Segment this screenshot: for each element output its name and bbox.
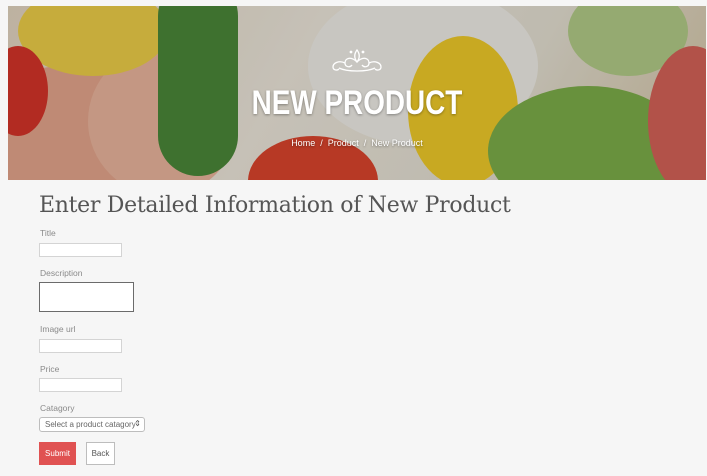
title-input[interactable] [39,243,122,257]
image-url-input[interactable] [39,339,122,353]
title-label: Title [40,228,56,238]
image-url-label: Image url [40,324,76,334]
category-select[interactable]: Select a product catagory ⇕ [39,417,145,432]
page: NEW PRODUCT Home / Product / New Product Ent… [0,0,707,476]
page-title: NEW PRODUCT [251,84,463,122]
form-heading: Enter Detailed Information of New Produc… [39,193,511,218]
category-select-value: Select a product catagory [45,420,136,429]
back-button[interactable]: Back [86,442,115,465]
description-label: Description [40,268,83,278]
price-label: Price [40,364,60,374]
updown-arrow-icon: ⇕ [134,419,141,428]
breadcrumb-new-product: New Product [371,138,423,148]
floral-ornament-icon [332,48,382,72]
hero-banner: NEW PRODUCT Home / Product / New Product [8,6,706,180]
breadcrumb-separator: / [363,138,367,148]
category-label: Catagory [40,403,75,413]
breadcrumb: Home / Product / New Product [8,138,706,148]
description-textarea[interactable] [39,282,134,312]
breadcrumb-home[interactable]: Home [291,138,315,148]
breadcrumb-product[interactable]: Product [328,138,359,148]
submit-button[interactable]: Submit [39,442,76,465]
price-input[interactable] [39,378,122,392]
breadcrumb-separator: / [320,138,323,148]
